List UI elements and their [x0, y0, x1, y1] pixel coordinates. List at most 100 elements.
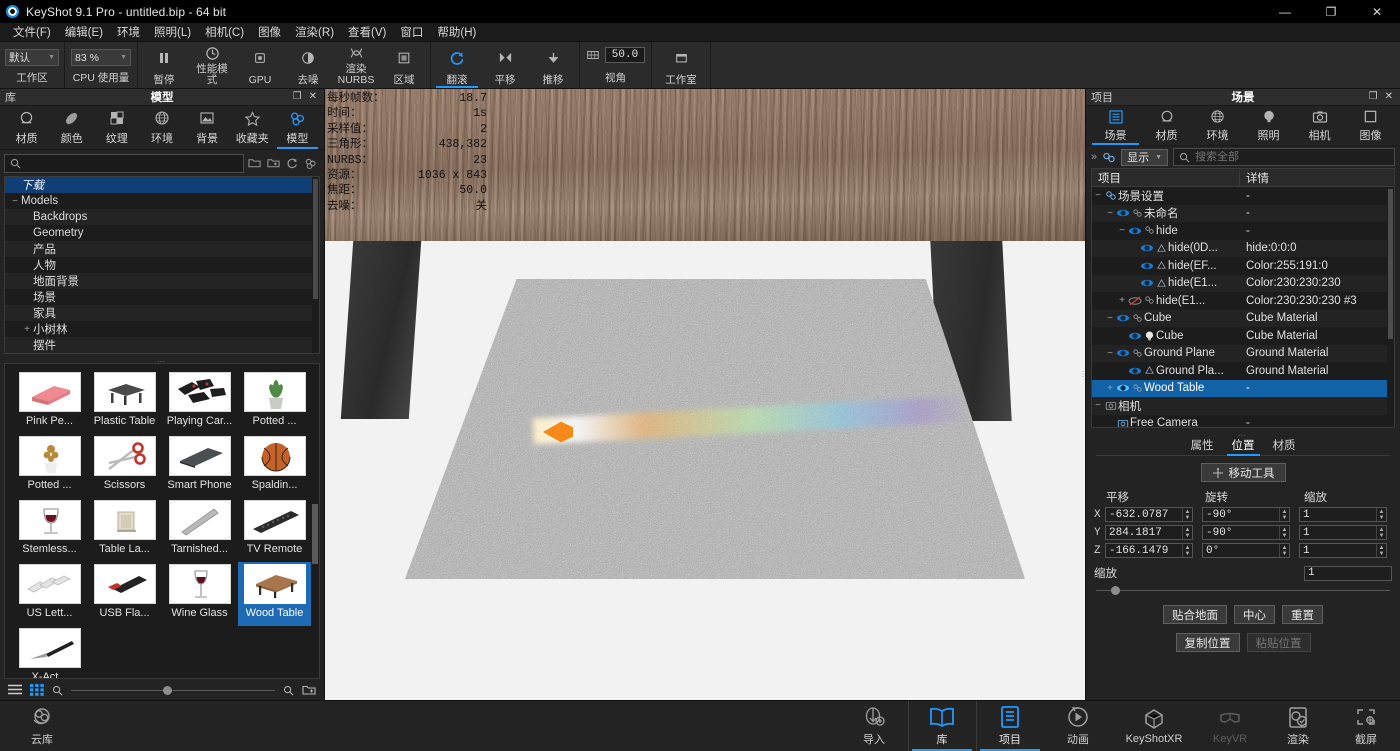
visibility-eye-icon[interactable] [1128, 366, 1142, 376]
tree-expander[interactable]: − [9, 196, 21, 207]
fov-control[interactable]: 50.0 视角 [582, 42, 649, 88]
menu-view[interactable]: 查看(V) [341, 22, 393, 43]
project-float-icon[interactable]: ❐ [1369, 92, 1378, 102]
menu-edit[interactable]: 编辑(E) [58, 22, 110, 43]
uniform-scale-slider[interactable] [1096, 584, 1390, 596]
stepper-arrows-icon[interactable]: ▲ ▼ [1182, 544, 1192, 557]
maximize-button[interactable]: ❐ [1308, 0, 1354, 23]
library-item-us-letter[interactable]: US Lett... [13, 562, 86, 626]
library-item-wood-table[interactable]: Wood Table [238, 562, 311, 626]
scene-tree-row-scene-settings[interactable]: − 场景设置 - [1092, 187, 1394, 205]
scene-tree-row-cameras[interactable]: − 相机 [1092, 397, 1394, 415]
scene-tree-row-hide-ef[interactable]: hide(EF... Color:255:191:0 [1092, 257, 1394, 275]
import-button[interactable]: 导入 [840, 701, 908, 751]
rotate-y-input[interactable]: -90° ▲ ▼ [1202, 525, 1290, 540]
tree-item-products[interactable]: 产品 [5, 241, 319, 257]
scene-link-icon[interactable] [1102, 151, 1116, 164]
gpu-button[interactable]: GPU [236, 42, 284, 88]
denoise-button[interactable]: 去噪 [284, 42, 332, 88]
visibility-eye-icon[interactable] [1140, 261, 1154, 271]
scene-tree[interactable]: 项目 详情 − 场景设置 - − 未命名 - − hide - hide(0D.… [1091, 168, 1395, 428]
scene-tree-row-unnamed[interactable]: − 未命名 - [1092, 204, 1394, 222]
visibility-eye-icon[interactable] [1140, 278, 1154, 288]
library-item-pink-eraser[interactable]: Pink Pe... [13, 370, 86, 434]
tree-item-people[interactable]: 人物 [5, 257, 319, 273]
translate-y-input[interactable]: 284.1817 ▲ ▼ [1105, 525, 1193, 540]
tab-textures[interactable]: 纹理 [94, 106, 139, 149]
list-view-icon[interactable] [8, 684, 22, 696]
animation-button[interactable]: 动画 [1044, 701, 1112, 751]
tab-environment[interactable]: 环境 [1192, 106, 1243, 145]
visibility-eye-hidden-icon[interactable] [1128, 296, 1142, 306]
scene-tree-row-hide-e1-a[interactable]: hide(E1... Color:230:230:230 [1092, 274, 1394, 292]
add-folder-icon[interactable] [267, 157, 280, 169]
model-set-icon[interactable] [304, 157, 317, 170]
scene-tree-row-ground-plane-part[interactable]: Ground Pla... Ground Material [1092, 362, 1394, 380]
tree-item-models[interactable]: − Models [5, 193, 319, 209]
expand-chevron-icon[interactable]: » [1091, 151, 1097, 163]
subtab-material[interactable]: 材质 [1271, 437, 1298, 456]
tab-scene[interactable]: 场景 [1090, 106, 1141, 145]
tree-expander[interactable]: − [1104, 313, 1116, 324]
stepper-arrows-icon[interactable]: ▲ ▼ [1182, 526, 1192, 539]
refresh-icon[interactable] [286, 157, 298, 169]
scene-tree-row-cube-light[interactable]: Cube Cube Material [1092, 327, 1394, 345]
render-viewport[interactable]: 每秒帧数： 18.7 时间： 1s 采样值： 2 三角形： 438,382 NURBS：… [325, 89, 1085, 701]
scene-tree-row-free-camera[interactable]: Free Camera - [1092, 415, 1394, 427]
library-folder-tree[interactable]: 下载 − Models Backdrops Geometry 产品 人物 地面背… [4, 176, 320, 354]
scene-tree-row-hide-e1-b[interactable]: + hide(E1... Color:230:230:230 #3 [1092, 292, 1394, 310]
reset-button[interactable]: 重置 [1282, 605, 1323, 624]
screenshot-button[interactable]: 截屏 [1332, 701, 1400, 751]
menu-file[interactable]: 文件(F) [6, 22, 58, 43]
stepper-arrows-icon[interactable]: ▲ ▼ [1376, 544, 1386, 557]
visibility-eye-icon[interactable] [1128, 226, 1142, 236]
center-button[interactable]: 中心 [1234, 605, 1275, 624]
tab-material[interactable]: 材质 [1141, 106, 1192, 145]
visibility-eye-icon[interactable] [1128, 331, 1142, 341]
cpu-usage-control[interactable]: 83 % ▼ CPU 使用量 [67, 42, 135, 88]
translate-z-input[interactable]: -166.1479 ▲ ▼ [1105, 543, 1193, 558]
snap-to-ground-button[interactable]: 贴合地面 [1163, 605, 1227, 624]
project-close-icon[interactable]: ✕ [1385, 92, 1393, 102]
library-item-usb-flash[interactable]: USB Fla... [88, 562, 161, 626]
tab-lighting[interactable]: 照明 [1243, 106, 1294, 145]
scale-y-input[interactable]: 1 ▲ ▼ [1299, 525, 1387, 540]
library-tree-scrollbar[interactable] [312, 177, 319, 353]
tree-expander[interactable]: − [1116, 225, 1128, 236]
tab-image[interactable]: 图像 [1345, 106, 1396, 145]
stepper-arrows-icon[interactable]: ▲ ▼ [1376, 508, 1386, 521]
subtab-position[interactable]: 位置 [1226, 437, 1260, 456]
tab-camera[interactable]: 相机 [1294, 106, 1345, 145]
library-grid-scrollbar[interactable] [311, 364, 319, 678]
project-toggle-button[interactable]: 项目 [976, 701, 1044, 751]
menu-lighting[interactable]: 照明(L) [147, 22, 198, 43]
menu-help[interactable]: 帮助(H) [430, 22, 483, 43]
library-item-scissors[interactable]: Scissors [88, 434, 161, 498]
copy-position-button[interactable]: 复制位置 [1175, 633, 1240, 652]
fov-input[interactable]: 50.0 [605, 46, 645, 63]
library-search-field[interactable] [4, 153, 244, 173]
visibility-eye-icon[interactable] [1116, 383, 1130, 393]
visibility-eye-icon[interactable] [1116, 348, 1130, 358]
grid-view-icon[interactable] [30, 684, 44, 696]
scale-z-input[interactable]: 1 ▲ ▼ [1299, 543, 1387, 558]
tree-expander[interactable]: − [1092, 190, 1104, 201]
pan-button[interactable]: 平移 [481, 42, 529, 88]
library-item-plastic-table[interactable]: Plastic Table [88, 370, 161, 434]
menu-camera[interactable]: 相机(C) [198, 22, 251, 43]
dolly-button[interactable]: 推移 [529, 42, 577, 88]
tree-expander[interactable]: + [1116, 295, 1128, 306]
stepper-arrows-icon[interactable]: ▲ ▼ [1182, 508, 1192, 521]
library-item-playing-cards[interactable]: Playing Car... [163, 370, 236, 434]
scene-tree-row-ground-plane-group[interactable]: − Ground Plane Ground Material [1092, 344, 1394, 362]
library-search-input[interactable] [26, 157, 238, 169]
library-item-basketball[interactable]: Spaldin... [238, 434, 311, 498]
library-item-smart-phone[interactable]: Smart Phone [163, 434, 236, 498]
stepper-arrows-icon[interactable]: ▲ ▼ [1376, 526, 1386, 539]
close-button[interactable]: ✕ [1354, 0, 1400, 23]
workspace-selector[interactable]: 默认 ▼ 工作区 [2, 42, 62, 88]
scene-tree-row-wood-table[interactable]: + Wood Table - [1092, 379, 1394, 397]
render-button[interactable]: 渲染 [1264, 701, 1332, 751]
uniform-scale-input[interactable]: 1 [1304, 565, 1392, 581]
tree-item-downloads[interactable]: 下载 [5, 177, 319, 193]
